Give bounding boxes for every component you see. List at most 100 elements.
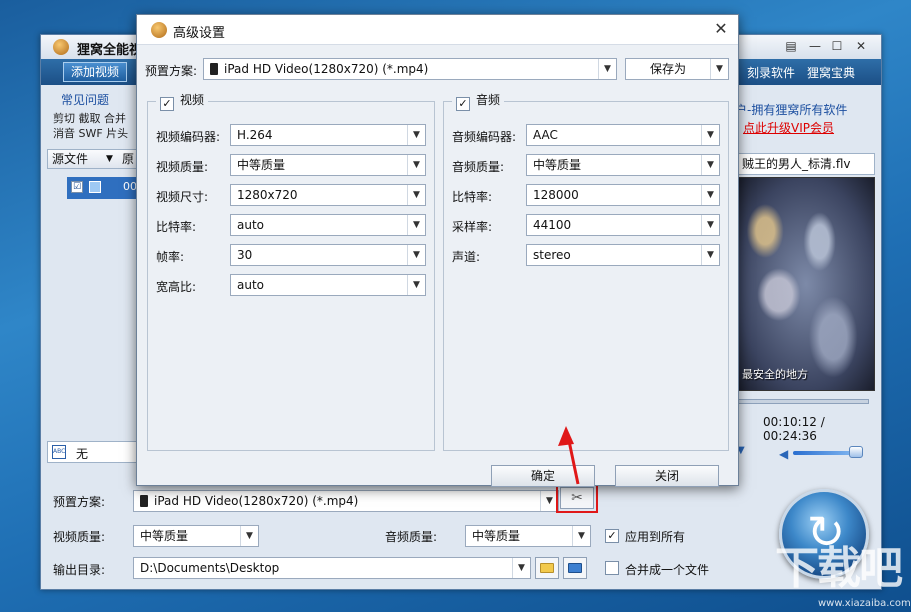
audio-enable-checkbox[interactable]: ✓ [456,97,470,111]
subtitle-select[interactable]: ABC 无 [47,441,139,463]
film-icon [89,181,101,193]
audio-settings-group: ✓ 音频 音频编码器: AAC ▼ 音频质量: 中等质量 ▼ 比特率: 128000 ▼… [443,91,729,451]
app-logo-icon [53,39,69,55]
audio-quality-value: 中等质量 [472,529,521,543]
video-bitrate-select[interactable]: auto ▼ [230,214,426,236]
browse-folder-button[interactable] [535,557,559,579]
aspect-ratio-value: auto [237,278,265,292]
merge-checkbox[interactable] [605,561,619,575]
folder-icon [540,563,554,573]
chevron-down-icon[interactable]: ▼ [701,215,719,235]
chevron-down-icon[interactable]: ▼ [512,558,530,578]
audio-legend[interactable]: ✓ 音频 [452,91,505,111]
menu-icon[interactable]: ▤ [783,38,799,54]
chevron-down-icon[interactable]: ▼ [407,185,425,205]
video-size-select[interactable]: 1280x720 ▼ [230,184,426,206]
chevron-down-icon[interactable]: ▼ [701,125,719,145]
minimize-icon[interactable]: — [807,38,823,54]
volume-icon[interactable]: ◀ [779,447,788,461]
frame-rate-select[interactable]: 30 ▼ [230,244,426,266]
output-dir-value: D:\Documents\Desktop [140,561,280,575]
video-quality-select[interactable]: 中等质量 ▼ [133,525,259,547]
edit-tools-row2[interactable]: 消音 SWF 片头 [53,126,128,141]
dialog-preset-label: 预置方案: [145,64,198,78]
file-list-header[interactable]: 源文件 ▼ 原 [47,149,139,169]
aspect-ratio-select[interactable]: auto ▼ [230,274,426,296]
file-list-row[interactable]: ☑ 00 [67,177,139,199]
dialog-title: 高级设置 [173,26,226,41]
video-preview[interactable]: 最安全的地方 [737,177,875,391]
liwo-guide-link[interactable]: 狸窝宝典 [807,64,855,81]
chevron-down-icon[interactable]: ▼ [106,150,113,168]
chevron-down-icon[interactable]: ▼ [598,59,616,79]
chevron-down-icon[interactable]: ▼ [710,59,728,79]
video-codec-select[interactable]: H.264 ▼ [230,124,426,146]
video-codec-value: H.264 [237,128,273,142]
chevron-down-icon[interactable]: ▼ [407,245,425,265]
audio-codec-select[interactable]: AAC ▼ [526,124,720,146]
maximize-icon[interactable]: ☐ [829,38,845,54]
chevron-down-icon[interactable]: ▼ [407,275,425,295]
chevron-down-icon[interactable]: ▼ [240,526,258,546]
preset-select[interactable]: iPad HD Video(1280x720) (*.mp4) ▼ [133,490,559,512]
apply-all-checkbox[interactable]: ✓ [605,529,619,543]
chevron-down-icon[interactable]: ▼ [407,215,425,235]
burn-software-link[interactable]: 刻录软件 [747,64,795,81]
channel-label: 声道: [452,250,481,264]
volume-knob[interactable] [849,446,863,458]
close-icon[interactable]: ✕ [711,19,731,39]
preview-caption: 最安全的地方 [742,368,808,381]
video-size-label: 视频尺寸: [156,190,209,204]
close-icon[interactable]: ✕ [853,38,869,54]
chevron-down-icon[interactable]: ▼ [701,155,719,175]
channel-select[interactable]: stereo ▼ [526,244,720,266]
video-quality-select[interactable]: 中等质量 ▼ [230,154,426,176]
output-dir-label: 输出目录: [53,563,106,577]
open-folder-button[interactable] [563,557,587,579]
video-legend[interactable]: ✓ 视频 [156,91,209,111]
video-quality-label: 视频质量: [53,530,106,544]
chevron-down-icon[interactable]: ▼ [572,526,590,546]
channel-value: stereo [533,248,571,262]
subtitle-icon: ABC [52,445,66,459]
time-display: 00:10:12 / 00:24:36 [763,415,825,443]
row-checkbox[interactable]: ☑ [71,181,83,193]
audio-bitrate-select[interactable]: 128000 ▼ [526,184,720,206]
chevron-down-icon[interactable]: ▼ [407,125,425,145]
video-settings-group: ✓ 视频 视频编码器: H.264 ▼ 视频质量: 中等质量 ▼ 视频尺寸: 1280… [147,91,435,451]
apply-all-label: 应用到所有 [625,530,686,544]
edit-tools[interactable]: 剪切 截取 合并 消音 SWF 片头 [53,111,128,141]
frame-rate-value: 30 [237,248,253,262]
subtitle-value: 无 [76,447,89,461]
sample-rate-select[interactable]: 44100 ▼ [526,214,720,236]
aspect-ratio-label: 宽高比: [156,280,197,294]
audio-quality-value: 中等质量 [533,158,582,172]
save-as-button[interactable]: 保存为 ▼ [625,58,729,80]
faq-link[interactable]: 常见问题 [61,91,109,108]
video-quality-value: 中等质量 [237,158,286,172]
seek-bar[interactable] [737,399,869,404]
chevron-down-icon[interactable]: ▼ [737,445,757,456]
video-quality-label: 视频质量: [156,160,209,174]
original-column[interactable]: 原 [122,150,134,168]
chevron-down-icon[interactable]: ▼ [701,245,719,265]
main-window-title: 狸窝全能视 [77,43,143,58]
dialog-preset-select[interactable]: iPad HD Video(1280x720) (*.mp4) ▼ [203,58,617,80]
ok-button[interactable]: 确定 [491,465,595,487]
frame-rate-label: 帧率: [156,250,185,264]
vip-upgrade-link[interactable]: 点此升级VIP会员 [743,119,834,136]
edit-tools-row1[interactable]: 剪切 截取 合并 [53,111,128,126]
audio-codec-value: AAC [533,128,558,142]
source-file-column[interactable]: 源文件 [52,152,88,166]
audio-quality-select[interactable]: 中等质量 ▼ [526,154,720,176]
close-button[interactable]: 关闭 [615,465,719,487]
output-dir-select[interactable]: D:\Documents\Desktop ▼ [133,557,531,579]
video-enable-checkbox[interactable]: ✓ [160,97,174,111]
dialog-body: 预置方案: iPad HD Video(1280x720) (*.mp4) ▼ … [137,45,738,487]
chevron-down-icon[interactable]: ▼ [407,155,425,175]
chevron-down-icon[interactable]: ▼ [701,185,719,205]
audio-bitrate-value: 128000 [533,188,579,202]
audio-codec-label: 音频编码器: [452,130,517,144]
audio-quality-select[interactable]: 中等质量 ▼ [465,525,591,547]
add-video-button[interactable]: 添加视频 [63,62,127,82]
